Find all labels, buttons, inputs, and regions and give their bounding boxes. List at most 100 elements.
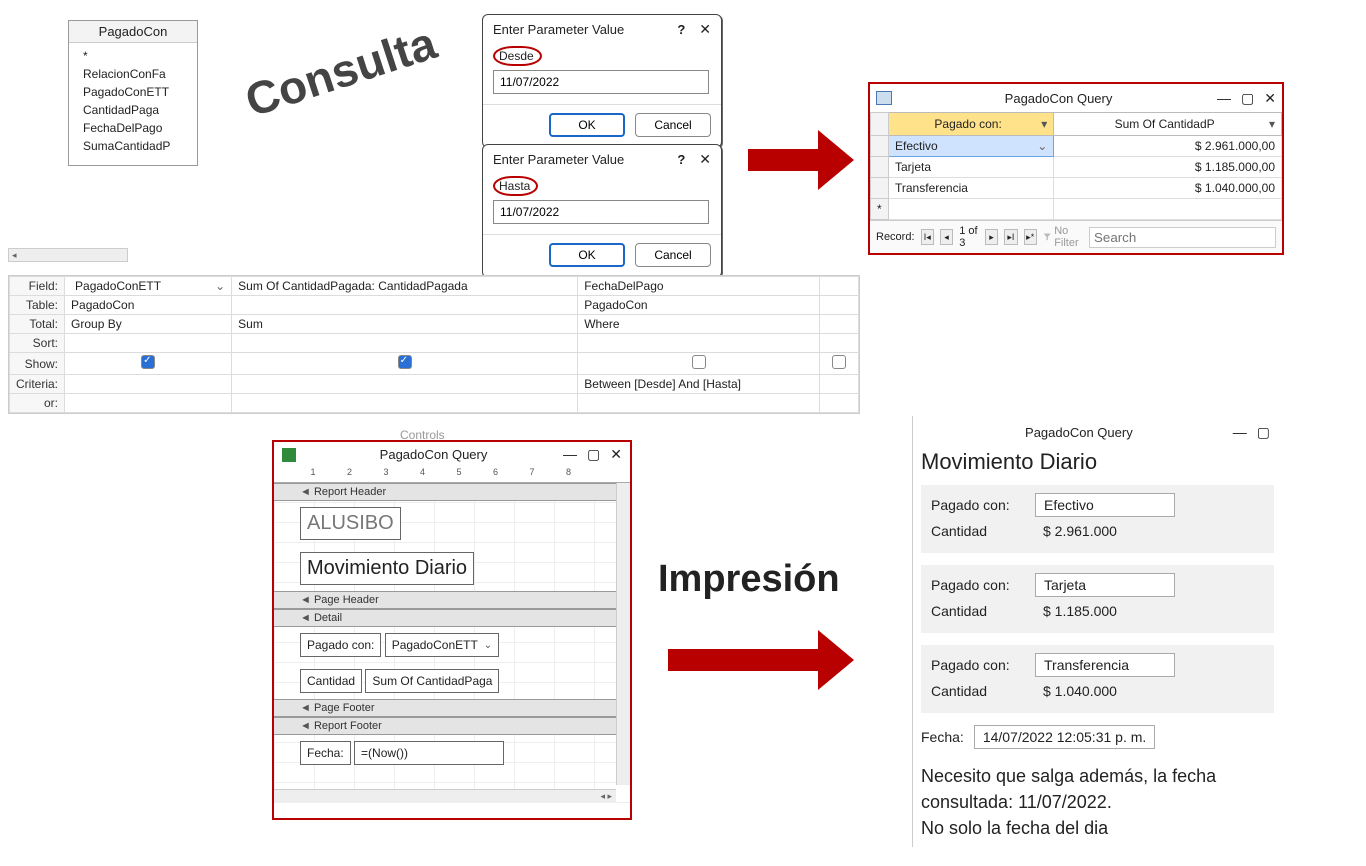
report-heading: Movimiento Diario — [921, 449, 1274, 475]
show-checkbox[interactable] — [832, 355, 846, 369]
table-row-new[interactable]: * — [871, 199, 1282, 220]
report-design-window: PagadoCon Query — ▢ ✕ 1 2 3 4 5 6 7 8 Re… — [272, 440, 632, 820]
value-fecha: 14/07/2022 12:05:31 p. m. — [974, 725, 1155, 749]
param-input-hasta[interactable] — [493, 200, 709, 224]
show-checkbox[interactable] — [141, 355, 155, 369]
qbe-label-criteria: Criteria: — [10, 375, 65, 394]
param-label-desde: Desde — [493, 46, 542, 66]
qbe-cell[interactable]: PagadoConETT⌄ — [65, 277, 232, 296]
label-cantidad: Cantidad — [931, 683, 1035, 699]
nav-new-icon[interactable]: ▸* — [1024, 229, 1037, 245]
label-pagado-con: Pagado con: — [931, 497, 1035, 513]
report-icon — [282, 448, 296, 462]
qbe-cell[interactable]: Sum Of CantidadPagada: CantidadPagada — [232, 277, 578, 296]
show-checkbox[interactable] — [398, 355, 412, 369]
section-page-header[interactable]: Page Header — [274, 591, 630, 609]
field-list-body: * RelacionConFa PagadoConETT CantidadPag… — [69, 43, 197, 165]
value-pagado-con: Efectivo — [1035, 493, 1175, 517]
cancel-button[interactable]: Cancel — [635, 113, 711, 137]
field-list-title: PagadoCon — [69, 21, 197, 43]
qbe-cell[interactable]: PagadoCon — [578, 296, 820, 315]
label-movimiento[interactable]: Movimiento Diario — [300, 552, 474, 585]
label-cantidad: Cantidad — [931, 603, 1035, 619]
value-pagado-con: Tarjeta — [1035, 573, 1175, 597]
horizontal-scrollbar[interactable] — [8, 248, 128, 262]
maximize-icon[interactable]: ▢ — [587, 446, 600, 463]
table-row[interactable]: Transferencia $ 1.040.000,00 — [871, 178, 1282, 199]
table-row[interactable]: Tarjeta $ 1.185.000,00 — [871, 157, 1282, 178]
label-alusibo[interactable]: ALUSIBO — [300, 507, 401, 540]
horizontal-scrollbar[interactable] — [274, 789, 616, 803]
textbox-sum-cantidad[interactable]: Sum Of CantidadPaga — [365, 669, 499, 693]
maximize-icon[interactable]: ▢ — [1257, 424, 1270, 441]
horizontal-ruler: 1 2 3 4 5 6 7 8 — [274, 467, 630, 483]
section-page-footer[interactable]: Page Footer — [274, 699, 630, 717]
query-icon — [876, 91, 892, 105]
field-item[interactable]: RelacionConFa — [83, 65, 189, 83]
field-list-panel: PagadoCon * RelacionConFa PagadoConETT C… — [68, 20, 198, 166]
field-item[interactable]: * — [83, 47, 189, 65]
ok-button[interactable]: OK — [549, 243, 625, 267]
help-icon[interactable]: ? — [677, 152, 685, 167]
label-pagado-con[interactable]: Pagado con: — [300, 633, 381, 657]
consulta-label: Consulta — [240, 19, 441, 124]
qbe-cell[interactable]: Between [Desde] And [Hasta] — [578, 375, 820, 394]
nav-next-icon[interactable]: ▸ — [985, 229, 998, 245]
cancel-button[interactable]: Cancel — [635, 243, 711, 267]
qbe-cell[interactable]: Group By — [65, 315, 232, 334]
dialog-title: Enter Parameter Value — [493, 152, 677, 167]
section-detail[interactable]: Detail — [274, 609, 630, 627]
show-checkbox[interactable] — [692, 355, 706, 369]
nav-first-icon[interactable]: I◂ — [921, 229, 934, 245]
label-cantidad[interactable]: Cantidad — [300, 669, 362, 693]
maximize-icon[interactable]: ▢ — [1241, 90, 1254, 107]
help-icon[interactable]: ? — [677, 22, 685, 37]
section-report-header[interactable]: Report Header — [274, 483, 630, 501]
textbox-now[interactable]: =(Now()) — [354, 741, 504, 765]
param-input-desde[interactable] — [493, 70, 709, 94]
qbe-cell[interactable]: FechaDelPago — [578, 277, 820, 296]
label-fecha[interactable]: Fecha: — [300, 741, 351, 765]
close-icon[interactable]: ✕ — [1264, 90, 1276, 107]
column-header[interactable]: Sum Of CantidadP▾ — [1054, 113, 1282, 136]
qbe-cell[interactable] — [820, 277, 859, 296]
nav-prev-icon[interactable]: ◂ — [940, 229, 953, 245]
column-header[interactable]: Pagado con:▾ — [889, 113, 1054, 136]
field-item[interactable]: FechaDelPago — [83, 119, 189, 137]
qbe-label-field: Field: — [10, 277, 65, 296]
qbe-design-grid: Field: PagadoConETT⌄ Sum Of CantidadPaga… — [8, 275, 860, 414]
window-title: PagadoCon Query — [304, 447, 563, 462]
window-title: PagadoCon Query — [900, 91, 1217, 106]
minimize-icon[interactable]: — — [563, 446, 577, 463]
impresion-label: Impresión — [658, 560, 840, 598]
section-report-footer[interactable]: Report Footer — [274, 717, 630, 735]
ok-button[interactable]: OK — [549, 113, 625, 137]
report-block: Pagado con:Efectivo Cantidad$ 2.961.000 — [921, 485, 1274, 553]
label-pagado-con: Pagado con: — [931, 577, 1035, 593]
search-input[interactable] — [1089, 227, 1276, 248]
combo-pagadoconett[interactable]: PagadoConETT⌄ — [385, 633, 499, 657]
qbe-cell[interactable]: Sum — [232, 315, 578, 334]
qbe-label-sort: Sort: — [10, 334, 65, 353]
table-row[interactable]: Efectivo⌄ $ 2.961.000,00 — [871, 136, 1282, 157]
qbe-cell[interactable] — [232, 296, 578, 315]
field-item[interactable]: PagadoConETT — [83, 83, 189, 101]
nav-last-icon[interactable]: ▸I — [1004, 229, 1017, 245]
qbe-cell[interactable]: PagadoCon — [65, 296, 232, 315]
value-cantidad: $ 1.040.000 — [1035, 683, 1117, 699]
close-icon[interactable]: ✕ — [610, 446, 622, 463]
arrow-icon — [748, 130, 854, 190]
close-icon[interactable]: ✕ — [699, 151, 711, 168]
qbe-cell[interactable]: Where — [578, 315, 820, 334]
window-title: PagadoCon Query — [925, 425, 1233, 440]
minimize-icon[interactable]: — — [1233, 424, 1247, 441]
row-selector-header — [871, 113, 889, 136]
vertical-scrollbar[interactable] — [616, 483, 630, 785]
field-item[interactable]: CantidadPaga — [83, 101, 189, 119]
field-item[interactable]: SumaCantidadP — [83, 137, 189, 155]
arrow-icon — [668, 630, 854, 690]
close-icon[interactable]: ✕ — [699, 21, 711, 38]
minimize-icon[interactable]: — — [1217, 90, 1231, 107]
param-label-hasta: Hasta — [493, 176, 538, 196]
report-block: Pagado con:Tarjeta Cantidad$ 1.185.000 — [921, 565, 1274, 633]
